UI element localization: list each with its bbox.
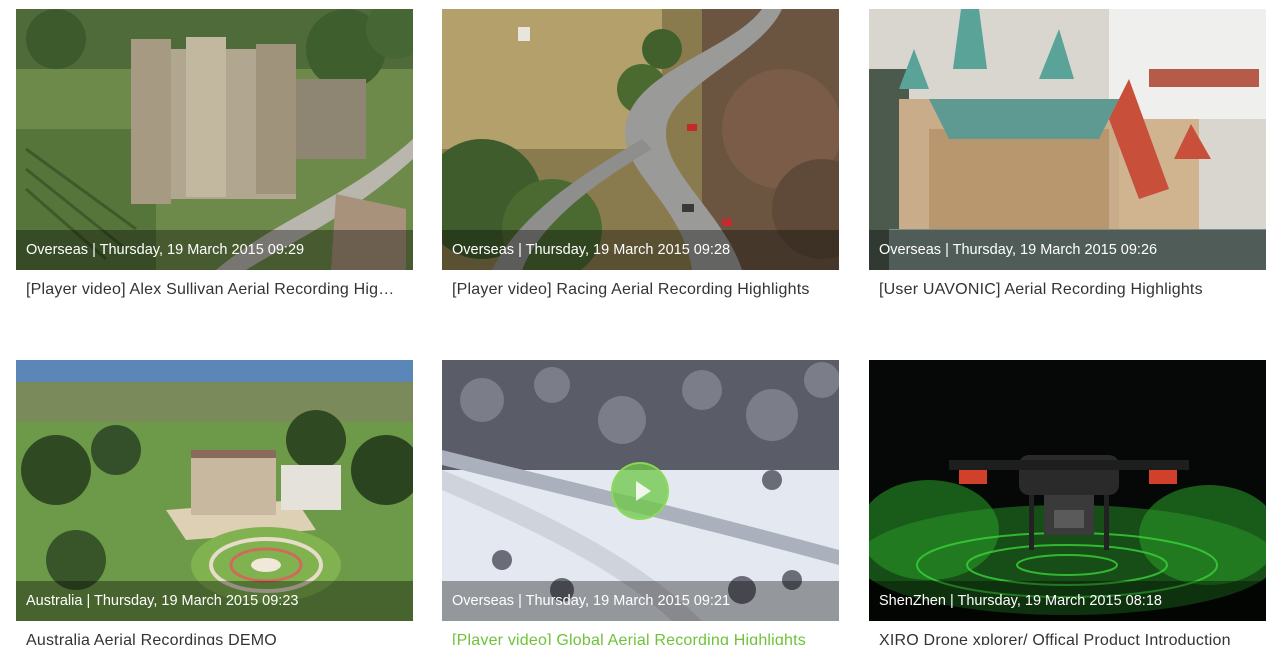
video-card[interactable]: Overseas | Thursday, 19 March 2015 09:26… <box>869 9 1266 301</box>
video-meta-overlay: Australia | Thursday, 19 March 2015 09:2… <box>16 581 413 621</box>
video-meta-overlay: ShenZhen | Thursday, 19 March 2015 08:18 <box>869 581 1266 621</box>
video-thumbnail[interactable]: Overseas | Thursday, 19 March 2015 09:28 <box>442 9 839 270</box>
video-thumbnail[interactable]: Overseas | Thursday, 19 March 2015 09:29 <box>16 9 413 270</box>
video-title-link[interactable]: [Player video] Global Aerial Recording H… <box>442 630 839 645</box>
video-meta-overlay: Overseas | Thursday, 19 March 2015 09:26 <box>869 230 1266 270</box>
video-meta-overlay: Overseas | Thursday, 19 March 2015 09:28 <box>442 230 839 270</box>
video-title-link[interactable]: [Player video] Alex Sullivan Aerial Reco… <box>16 279 413 301</box>
video-title-link[interactable]: Australia Aerial Recordings DEMO <box>16 630 413 645</box>
play-button[interactable] <box>611 462 669 520</box>
video-title-link[interactable]: [User UAVONIC] Aerial Recording Highligh… <box>869 279 1266 301</box>
video-card[interactable]: Australia | Thursday, 19 March 2015 09:2… <box>16 360 413 645</box>
video-thumbnail[interactable]: Australia | Thursday, 19 March 2015 09:2… <box>16 360 413 621</box>
video-card[interactable]: ShenZhen | Thursday, 19 March 2015 08:18… <box>869 360 1266 645</box>
video-card[interactable]: Overseas | Thursday, 19 March 2015 09:21… <box>442 360 839 645</box>
play-icon <box>636 481 651 501</box>
video-card[interactable]: Overseas | Thursday, 19 March 2015 09:28… <box>442 9 839 301</box>
video-grid: Overseas | Thursday, 19 March 2015 09:29… <box>0 0 1270 645</box>
video-meta-overlay: Overseas | Thursday, 19 March 2015 09:21 <box>442 581 839 621</box>
video-thumbnail[interactable]: ShenZhen | Thursday, 19 March 2015 08:18 <box>869 360 1266 621</box>
video-card[interactable]: Overseas | Thursday, 19 March 2015 09:29… <box>16 9 413 301</box>
video-title-link[interactable]: [Player video] Racing Aerial Recording H… <box>442 279 839 301</box>
video-thumbnail[interactable]: Overseas | Thursday, 19 March 2015 09:21 <box>442 360 839 621</box>
video-thumbnail[interactable]: Overseas | Thursday, 19 March 2015 09:26 <box>869 9 1266 270</box>
video-meta-overlay: Overseas | Thursday, 19 March 2015 09:29 <box>16 230 413 270</box>
video-title-link[interactable]: XIRO Drone xplorer/ Offical Product Intr… <box>869 630 1266 645</box>
